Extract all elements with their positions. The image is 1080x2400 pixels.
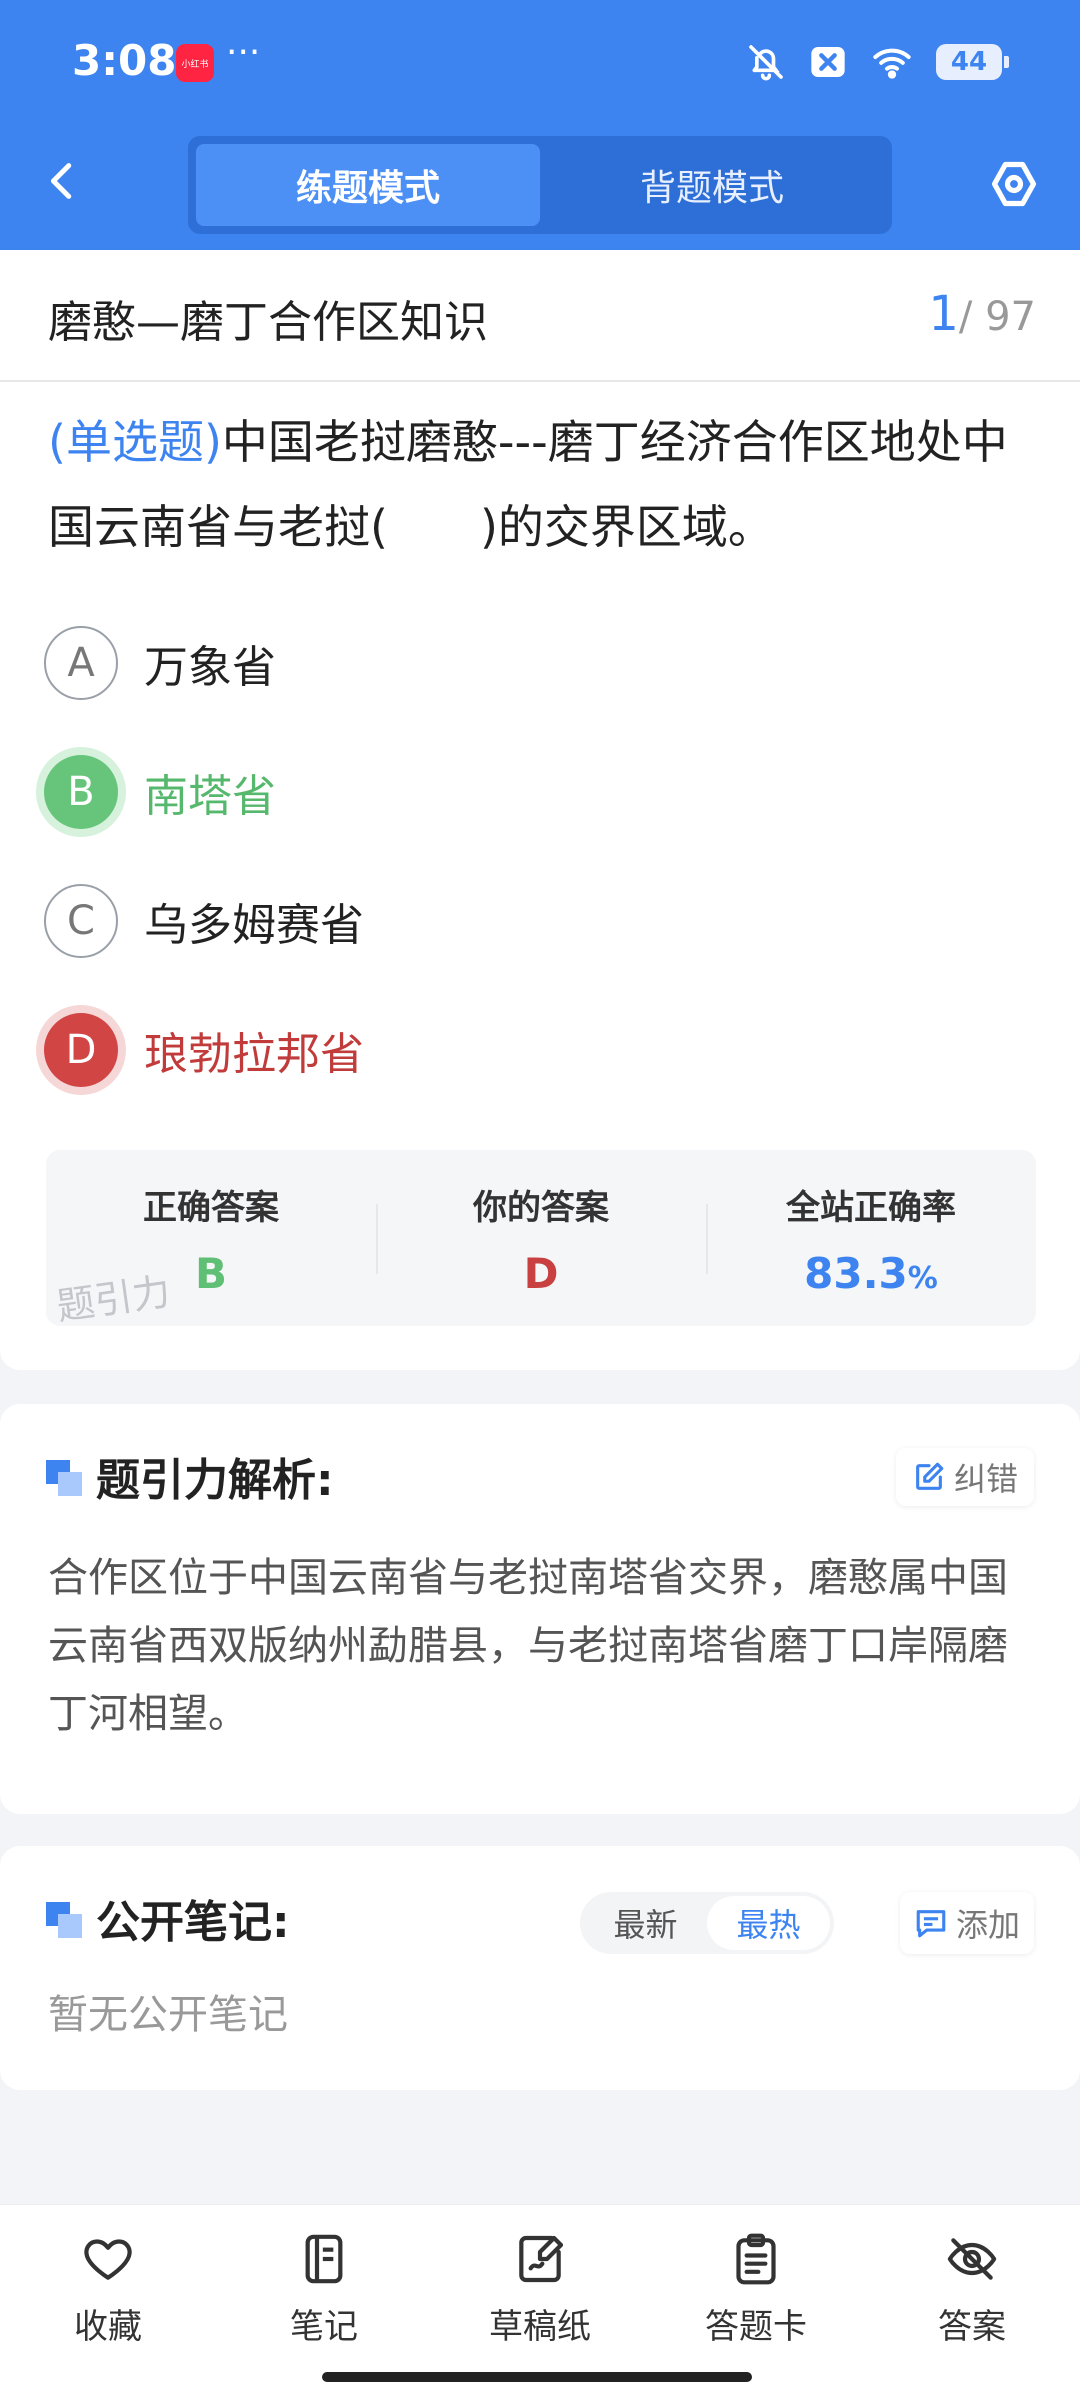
add-note-label: 添加 xyxy=(955,1906,1020,1944)
question-card: 磨憨—磨丁合作区知识 1/ 97 (单选题)中国老挝磨憨---磨丁经济合作区地处… xyxy=(0,250,1080,1370)
option-a-letter: A xyxy=(44,626,118,700)
notes-empty-text: 暂无公开笔记 xyxy=(48,1992,288,2038)
accuracy-rate-label: 全站正确率 xyxy=(786,1188,956,1228)
your-answer-value: D xyxy=(523,1249,559,1298)
option-b-letter: B xyxy=(44,755,118,829)
edit-icon xyxy=(916,1462,944,1490)
your-answer-stat: 你的答案 D xyxy=(376,1150,706,1326)
sim-off-icon xyxy=(811,47,845,77)
report-error-label: 纠错 xyxy=(953,1460,1018,1498)
status-time: 3:08 xyxy=(72,36,177,85)
status-bar: 3:08 小红书 ··· 44 xyxy=(0,30,1080,94)
analysis-text: 合作区位于中国云南省与老挝南塔省交界，磨憨属中国云南省西双版纳州勐腊县，与老挝南… xyxy=(48,1555,1008,1737)
draft-paper-icon xyxy=(519,2235,564,2283)
accuracy-rate-unit: % xyxy=(907,1261,938,1296)
option-c[interactable]: C 乌多姆赛省 xyxy=(44,881,364,961)
progress-current: 1 xyxy=(928,286,959,342)
back-arrow-icon[interactable] xyxy=(40,158,86,204)
question-type-label: (单选题) xyxy=(48,415,222,469)
report-error-button[interactable]: 纠错 xyxy=(895,1448,1034,1506)
option-d-letter: D xyxy=(44,1013,118,1087)
question-text: (单选题)中国老挝磨憨---磨丁经济合作区地处中国云南省与老挝( )的交界区域。 xyxy=(48,400,1044,570)
your-answer-label: 你的答案 xyxy=(473,1188,609,1228)
tab-draft-paper[interactable]: 草稿纸 xyxy=(432,2205,648,2400)
option-b-text: 南塔省 xyxy=(144,771,276,822)
tab-answer-sheet-label: 答题卡 xyxy=(705,2307,807,2347)
wifi-icon xyxy=(873,48,911,79)
eye-off-icon xyxy=(947,2238,997,2280)
tab-favorite-label: 收藏 xyxy=(74,2307,142,2347)
correct-answer-label: 正确答案 xyxy=(143,1188,279,1228)
question-progress: 1/ 97 xyxy=(928,286,1036,342)
settings-icon[interactable] xyxy=(988,158,1040,210)
analysis-card: 题引力解析: 纠错 合作区位于中国云南省与老挝南塔省交界，磨憨属中国云南省西双版… xyxy=(0,1404,1080,1814)
bell-off-icon xyxy=(749,45,783,81)
tab-favorite[interactable]: 收藏 xyxy=(0,2205,216,2400)
notification-app-icon: 小红书 xyxy=(176,44,214,82)
answer-sheet-icon xyxy=(736,2233,776,2285)
tab-answer[interactable]: 答案 xyxy=(864,2205,1080,2400)
accuracy-rate-stat: 全站正确率 83.3% xyxy=(706,1150,1036,1326)
status-icons: 44 xyxy=(746,42,1009,82)
progress-total: / 97 xyxy=(958,294,1036,340)
tab-answer-label: 答案 xyxy=(938,2307,1006,2347)
option-a-text: 万象省 xyxy=(144,642,276,693)
notes-title: 公开笔记: xyxy=(96,1897,290,1948)
bottom-toolbar: 收藏 笔记 草稿纸 答题卡 答案 xyxy=(0,2204,1080,2400)
sort-latest[interactable]: 最新 xyxy=(584,1896,707,1950)
section-marker-icon xyxy=(46,1902,82,1938)
notebook-icon xyxy=(305,2234,343,2284)
battery-indicator: 44 xyxy=(936,44,1009,80)
option-b[interactable]: B 南塔省 xyxy=(44,752,276,832)
comment-icon xyxy=(916,1910,946,1938)
heart-icon xyxy=(84,2239,132,2280)
tab-memorize-mode[interactable]: 背题模式 xyxy=(540,144,884,226)
mode-switch: 练题模式 背题模式 xyxy=(188,136,892,234)
accuracy-rate-value: 83.3% xyxy=(706,1249,1036,1298)
analysis-title: 题引力解析: xyxy=(96,1455,334,1506)
add-note-button[interactable]: 添加 xyxy=(899,1892,1034,1954)
divider xyxy=(0,380,1080,382)
tab-practice-mode[interactable]: 练题模式 xyxy=(196,144,540,226)
option-a[interactable]: A 万象省 xyxy=(44,623,276,703)
tab-notes-label: 笔记 xyxy=(290,2307,358,2347)
correct-answer-stat: 正确答案 B 题引力 xyxy=(46,1150,376,1329)
answer-summary: 正确答案 B 题引力 你的答案 D 全站正确率 83.3% xyxy=(46,1150,1036,1329)
tab-notes[interactable]: 笔记 xyxy=(216,2205,432,2400)
more-notifications-indicator: ··· xyxy=(226,32,261,73)
home-indicator[interactable] xyxy=(322,2372,752,2382)
notes-sort-toggle: 最新 最热 xyxy=(580,1892,834,1954)
public-notes-card: 公开笔记: 最新 最热 添加 暂无公开笔记 xyxy=(0,1846,1080,2090)
option-d[interactable]: D 琅勃拉邦省 xyxy=(44,1010,364,1090)
section-marker-icon xyxy=(46,1460,82,1496)
option-c-letter: C xyxy=(44,884,118,958)
option-c-text: 乌多姆赛省 xyxy=(144,900,364,951)
top-app-bar: 3:08 小红书 ··· 44 练题模式 背题模式 xyxy=(0,0,1080,250)
sort-hottest[interactable]: 最热 xyxy=(707,1896,830,1950)
accuracy-rate-number: 83.3 xyxy=(804,1249,908,1298)
option-d-text: 琅勃拉邦省 xyxy=(144,1029,364,1080)
section-title: 磨憨—磨丁合作区知识 xyxy=(48,297,488,348)
tab-answer-sheet[interactable]: 答题卡 xyxy=(648,2205,864,2400)
tab-draft-paper-label: 草稿纸 xyxy=(489,2307,591,2347)
